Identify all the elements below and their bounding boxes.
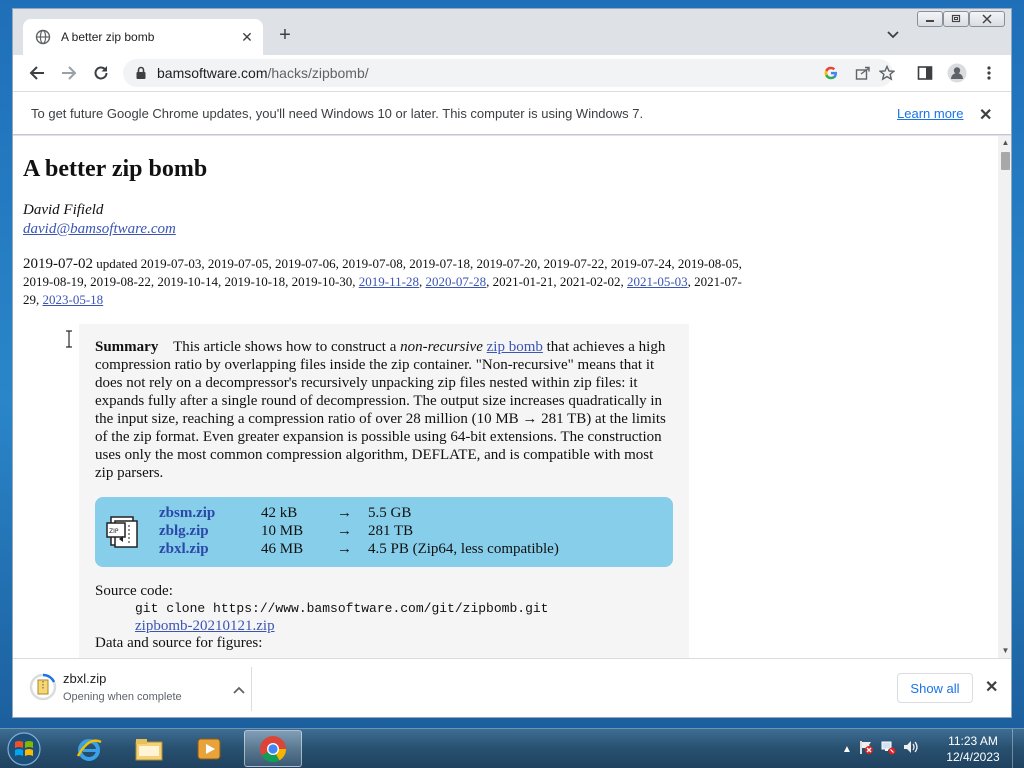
- system-tray: ▲: [842, 737, 920, 761]
- summary-text: that achieves a high compression ratio b…: [95, 339, 666, 481]
- restore-button[interactable]: [943, 11, 969, 27]
- shelf-divider: [251, 667, 252, 711]
- google-icon[interactable]: [821, 63, 841, 83]
- download-link[interactable]: zblg.zip: [159, 523, 209, 540]
- close-tab-icon[interactable]: ✕: [239, 29, 255, 45]
- summary-emphasis: non-recursive: [400, 339, 483, 355]
- scroll-thumb[interactable]: [1001, 152, 1010, 170]
- expanded-size: 5.5 GB: [368, 505, 412, 521]
- update-infobar: To get future Google Chrome updates, you…: [13, 91, 1011, 135]
- chevron-up-icon[interactable]: [233, 683, 245, 697]
- download-file-name: zbxl.zip: [63, 671, 107, 686]
- address-bar[interactable]: bamsoftware.com/hacks/zipbomb/: [123, 59, 895, 87]
- file-size: 10 MB: [261, 523, 304, 539]
- internet-explorer-icon[interactable]: [60, 730, 118, 767]
- media-player-icon[interactable]: [180, 730, 238, 767]
- published-date: 2019-07-02: [23, 256, 93, 272]
- git-clone-command: git clone https://www.bamsoftware.com/gi…: [135, 601, 549, 616]
- page-scrollbar[interactable]: ▲ ▼: [998, 136, 1011, 658]
- chrome-window: A better zip bomb ✕ + bamsoftware.com/ha…: [12, 8, 1012, 718]
- volume-icon[interactable]: [902, 739, 920, 760]
- summary-paragraph: Summary This article shows how to constr…: [95, 338, 670, 482]
- action-center-flag-icon[interactable]: [858, 739, 874, 760]
- summary-heading: Summary: [95, 339, 159, 355]
- author-name: David Fifield: [23, 202, 104, 218]
- expands-to-arrow: →: [337, 541, 352, 557]
- updated-label: updated: [96, 256, 138, 271]
- expanded-size: 4.5 PB (Zip64, less compatible): [368, 541, 559, 557]
- summary-text: This article shows how to construct a: [173, 339, 397, 355]
- url-text: bamsoftware.com/hacks/zipbomb/: [157, 65, 369, 81]
- author-email-link[interactable]: david@bamsoftware.com: [23, 221, 176, 238]
- zip-archive-icon: ZIP: [105, 515, 139, 549]
- zip-bomb-link[interactable]: zip bomb: [487, 339, 543, 355]
- show-all-button[interactable]: Show all: [897, 673, 973, 703]
- download-link[interactable]: zbsm.zip: [159, 505, 215, 522]
- source-zip-link[interactable]: zipbomb-20210121.zip: [135, 618, 275, 635]
- download-link[interactable]: zbxl.zip: [159, 541, 209, 558]
- clock-date: 12/4/2023: [946, 750, 1000, 764]
- show-desktop-button[interactable]: [1012, 729, 1024, 768]
- chrome-taskbar-icon[interactable]: [244, 730, 302, 767]
- update-date-link[interactable]: 2021-05-03: [627, 274, 688, 289]
- source-code-label: Source code:: [95, 583, 173, 599]
- update-date-link[interactable]: 2023-05-18: [43, 292, 104, 307]
- shelf-close-icon[interactable]: ✕: [985, 677, 998, 697]
- forward-arrow-icon[interactable]: [59, 63, 79, 83]
- update-dates-list: , 2021-01-21, 2021-02-02,: [486, 274, 624, 289]
- download-progress-icon: [29, 673, 57, 701]
- downloads-panel: ZIP zbsm.zip 42 kB → 5.5 GB zblg.zip 10 …: [95, 497, 673, 567]
- tab-search-chevron-icon[interactable]: [885, 26, 901, 42]
- expands-to-arrow: →: [337, 505, 352, 521]
- file-explorer-icon[interactable]: [120, 730, 178, 767]
- tab-strip: A better zip bomb ✕ +: [13, 9, 1011, 55]
- new-tab-button[interactable]: +: [275, 25, 295, 46]
- close-window-button[interactable]: [969, 11, 1005, 27]
- download-item[interactable]: zbxl.zip Opening when complete: [29, 667, 251, 711]
- share-icon[interactable]: [853, 63, 873, 83]
- download-shelf: zbxl.zip Opening when complete Show all …: [13, 658, 1011, 717]
- scroll-up-arrow-icon[interactable]: ▲: [998, 138, 1011, 148]
- profile-avatar-icon[interactable]: [947, 63, 967, 83]
- tray-expand-icon[interactable]: ▲: [842, 744, 852, 755]
- network-icon[interactable]: [880, 739, 896, 760]
- url-path: /hacks/zipbomb/: [267, 65, 369, 81]
- infobar-message: To get future Google Chrome updates, you…: [31, 106, 644, 121]
- page-title: A better zip bomb: [23, 156, 208, 182]
- kebab-menu-icon[interactable]: [979, 63, 999, 83]
- bookmark-star-icon[interactable]: [877, 63, 897, 83]
- browser-toolbar: bamsoftware.com/hacks/zipbomb/: [13, 55, 1011, 91]
- expands-to-arrow: →: [337, 523, 352, 539]
- update-date-link[interactable]: 2020-07-28: [425, 274, 486, 289]
- tab-active[interactable]: A better zip bomb ✕: [23, 19, 263, 55]
- file-size: 46 MB: [261, 541, 304, 557]
- infobar-close-icon[interactable]: ✕: [979, 105, 992, 125]
- side-panel-icon[interactable]: [915, 63, 935, 83]
- learn-more-link[interactable]: Learn more: [897, 106, 963, 121]
- revision-dates: 2019-07-02 updated 2019-07-03, 2019-07-0…: [23, 256, 742, 307]
- download-status: Opening when complete: [63, 691, 182, 703]
- back-arrow-icon[interactable]: [27, 63, 47, 83]
- minimize-button[interactable]: [917, 11, 943, 27]
- globe-icon: [35, 29, 51, 45]
- reload-icon[interactable]: [91, 63, 111, 83]
- lock-icon[interactable]: [135, 66, 147, 85]
- update-date-link[interactable]: 2019-11-28: [359, 274, 419, 289]
- start-button[interactable]: [4, 731, 44, 767]
- summary-box: Summary This article shows how to constr…: [79, 324, 689, 658]
- windows-taskbar: ▲ 11:23 AM 12/4/2023: [0, 728, 1024, 768]
- svg-text:ZIP: ZIP: [109, 528, 119, 535]
- tab-title: A better zip bomb: [61, 30, 155, 44]
- page-viewport: A better zip bomb David Fifield david@ba…: [13, 136, 998, 658]
- scroll-down-arrow-icon[interactable]: ▼: [998, 646, 1011, 656]
- taskbar-clock[interactable]: 11:23 AM 12/4/2023: [938, 733, 1008, 765]
- url-host: bamsoftware.com: [157, 65, 268, 81]
- file-size: 42 kB: [261, 505, 298, 521]
- clock-time: 11:23 AM: [948, 734, 998, 748]
- figures-data-label: Data and source for figures:: [95, 635, 263, 651]
- expanded-size: 281 TB: [368, 523, 414, 539]
- text-cursor-icon: [65, 330, 73, 348]
